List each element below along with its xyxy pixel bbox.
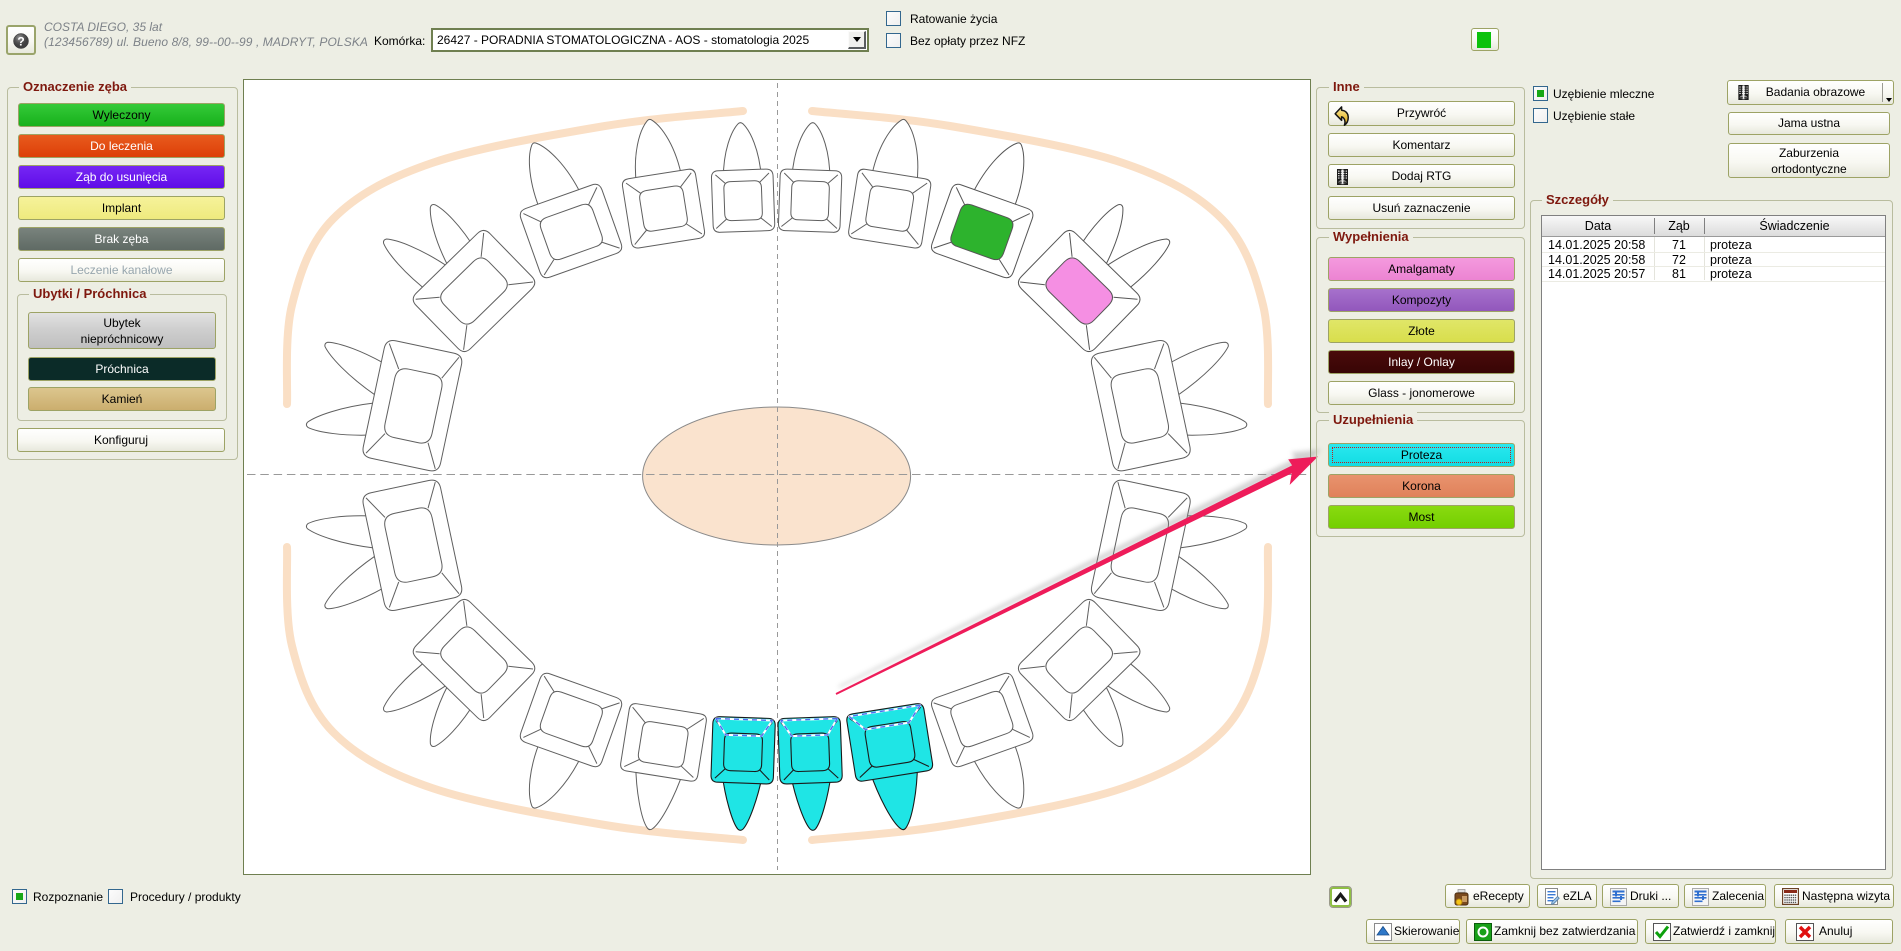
svg-text:?: ? [17, 35, 24, 49]
